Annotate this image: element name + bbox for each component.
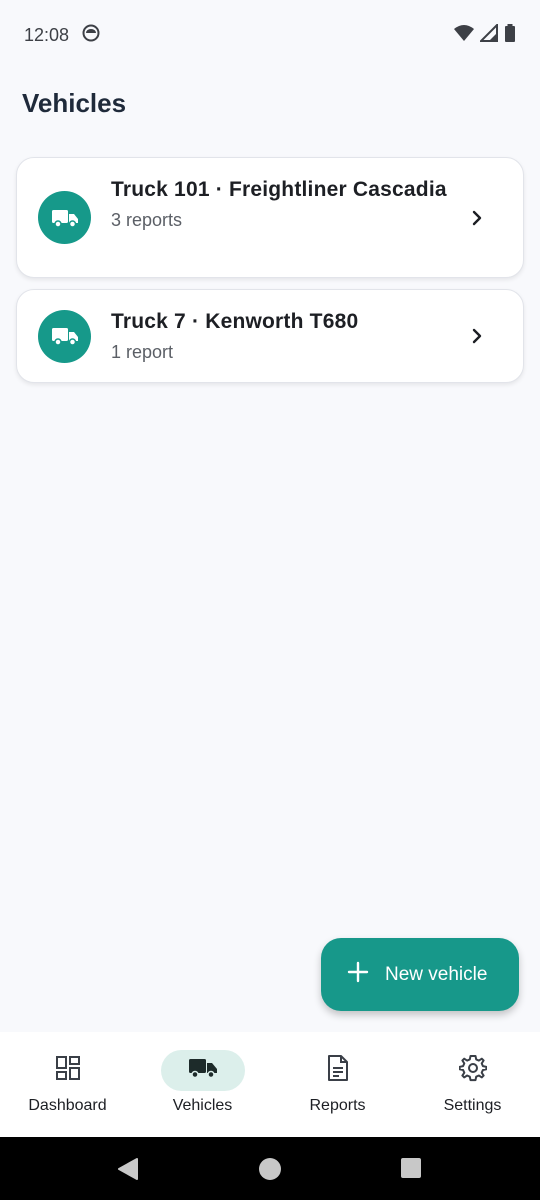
- chevron-right-icon: [467, 326, 487, 346]
- chevron-right-icon: [467, 208, 487, 228]
- nav-label: Settings: [443, 1097, 502, 1114]
- truck-icon: [188, 1056, 218, 1085]
- plus-icon: [347, 961, 369, 989]
- nav-item-reports[interactable]: Reports: [270, 1032, 405, 1137]
- truck-icon: [38, 309, 91, 363]
- vehicle-report-count: 1 report: [111, 342, 174, 362]
- vehicle-title: Truck 7 · Kenworth T680: [111, 310, 359, 333]
- battery-icon: [504, 23, 516, 47]
- new-vehicle-button[interactable]: New vehicle: [321, 938, 519, 1011]
- new-vehicle-label: New vehicle: [385, 963, 488, 985]
- signal-icon: [478, 22, 498, 47]
- page-title: Vehicles: [22, 88, 127, 118]
- nav-item-vehicles[interactable]: Vehicles: [135, 1032, 270, 1137]
- document-icon: [326, 1054, 350, 1087]
- bottom-navigation: Dashboard Vehicles Reports Settings: [0, 1032, 540, 1137]
- status-time: 12:08: [24, 24, 70, 45]
- vehicle-card[interactable]: Truck 101 · Freightliner Cascadia 3 repo…: [16, 157, 524, 278]
- vehicle-title: Truck 101 · Freightliner Cascadia: [111, 178, 447, 201]
- vehicle-report-count: 3 reports: [111, 210, 183, 230]
- recents-icon[interactable]: [400, 1157, 422, 1184]
- home-icon[interactable]: [258, 1157, 282, 1186]
- status-bar: 12:08: [0, 0, 540, 70]
- nav-label: Vehicles: [172, 1097, 233, 1114]
- wifi-icon: [454, 24, 474, 47]
- nav-item-settings[interactable]: Settings: [405, 1032, 540, 1137]
- notification-icon: [81, 23, 101, 48]
- back-icon[interactable]: [117, 1157, 139, 1186]
- nav-label: Reports: [309, 1097, 366, 1114]
- nav-item-dashboard[interactable]: Dashboard: [0, 1032, 135, 1137]
- dashboard-icon: [55, 1055, 81, 1086]
- gear-icon: [458, 1054, 487, 1087]
- system-navigation-bar: [0, 1137, 540, 1200]
- nav-label: Dashboard: [28, 1097, 107, 1114]
- vehicle-card[interactable]: Truck 7 · Kenworth T680 1 report: [16, 289, 524, 383]
- truck-icon: [38, 191, 91, 244]
